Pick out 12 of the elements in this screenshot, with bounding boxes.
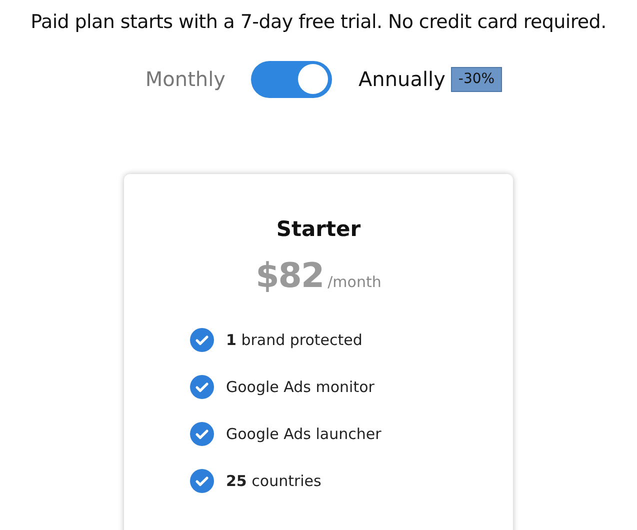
feature-text: Google Ads monitor	[226, 376, 374, 398]
monthly-label[interactable]: Monthly	[145, 64, 226, 94]
price-period: /month	[328, 272, 382, 293]
discount-badge: -30%	[451, 66, 502, 92]
plan-name: Starter	[276, 216, 361, 242]
feature-text: 1 brand protected	[226, 330, 362, 351]
feature-text: 25 countries	[226, 470, 322, 492]
intro-text: Paid plan starts with a 7-day free trial. No credit card required.	[30, 10, 606, 35]
price: $82	[256, 255, 324, 298]
billing-toggle[interactable]	[251, 60, 332, 98]
annual-label[interactable]: Annually	[358, 64, 446, 94]
feature-text: Google Ads launcher	[226, 424, 382, 445]
